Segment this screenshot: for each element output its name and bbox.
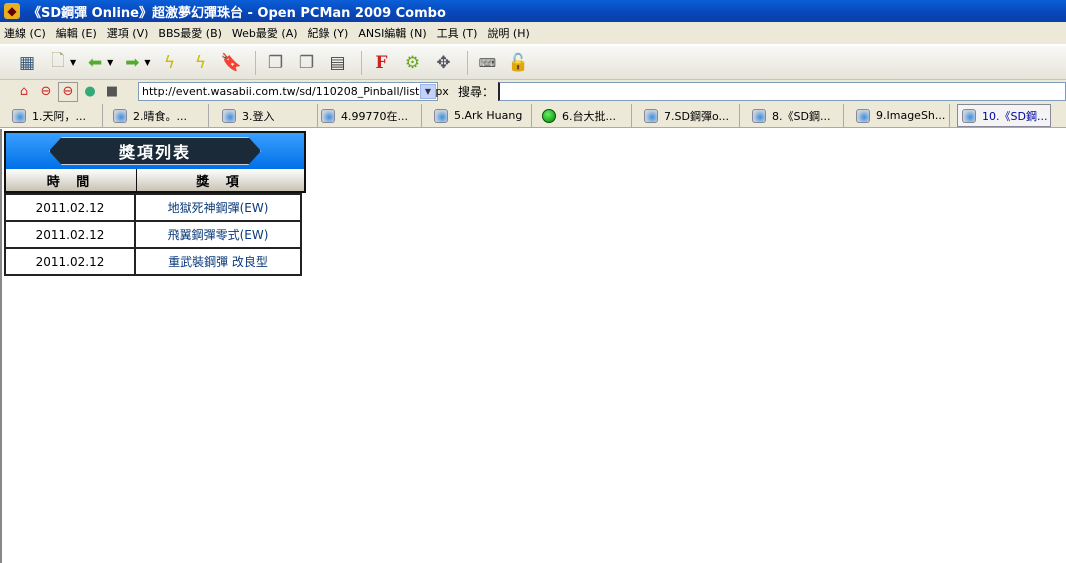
- back-icon[interactable]: ⬅: [82, 50, 108, 76]
- page-icon: [113, 108, 127, 123]
- award-title-bar: 獎項列表: [4, 131, 306, 169]
- copy-icon[interactable]: ❐: [262, 50, 288, 76]
- tab-label: 10.《SD鋼...: [982, 109, 1048, 123]
- new-dropdown-icon[interactable]: ▼: [70, 58, 76, 67]
- tab-label: 6.台大批...: [562, 109, 616, 123]
- award-table: 2011.02.12 地獄死神鋼彈(EW) 2011.02.12 飛翼鋼彈零式(EW…: [4, 193, 302, 276]
- web-content: 獎項列表 時 間 獎 項 2011.02.12 地獄死神鋼彈(EW) 2011.0…: [0, 129, 1066, 563]
- award-title: 獎項列表: [49, 137, 261, 165]
- tab-label: 8.《SD鋼...: [772, 109, 831, 123]
- title-bar: ◆ 《SD鋼彈 Online》超激夢幻彈珠台 - Open PCMan 2009…: [0, 0, 1066, 22]
- table-row: 2011.02.12 飛翼鋼彈零式(EW): [4, 220, 302, 249]
- row-date: 2011.02.12: [4, 247, 136, 276]
- tab-1[interactable]: 1.天阿，...: [8, 104, 103, 127]
- page-icon: [752, 108, 766, 123]
- tab-4[interactable]: 4.99770在...: [317, 104, 422, 127]
- copy-ansi-icon[interactable]: ❐: [293, 50, 319, 76]
- menu-edit[interactable]: 編輯 (E): [56, 25, 97, 41]
- disconnect-icon[interactable]: ϟ: [156, 50, 182, 76]
- menu-web-favorites[interactable]: Web最愛 (A): [232, 25, 298, 41]
- page-icon: [962, 108, 976, 123]
- url-text: http://event.wasabii.com.tw/sd/110208_Pi…: [142, 85, 449, 98]
- back-dropdown-icon[interactable]: ▼: [107, 58, 113, 67]
- menu-options[interactable]: 選項 (V): [107, 25, 149, 41]
- tab-2[interactable]: 2.晴食。...: [109, 104, 209, 127]
- tab-label: 2.晴食。...: [133, 109, 187, 123]
- toolbar: ▦ 🗋 ▼ ⬅ ▼ ➡ ▼ ϟ ϟ 🔖 ❐ ❐ ▤ F ⚙ ✥ ⌨ 🔓: [0, 46, 1066, 80]
- page-icon: [434, 108, 448, 123]
- row-prize: 重武裝鋼彈 改良型: [134, 247, 302, 276]
- tab-3[interactable]: 3.登入: [218, 104, 318, 127]
- toolbar-separator: [467, 50, 469, 75]
- menu-bar: 連線 (C) 編輯 (E) 選項 (V) BBS最愛 (B) Web最愛 (A)…: [0, 22, 1066, 45]
- tab-label: 5.Ark Huang: [454, 109, 523, 122]
- tab-5[interactable]: 5.Ark Huang: [430, 104, 532, 127]
- tab-label: 7.SD鋼彈o...: [664, 109, 729, 123]
- col-prize: 獎 項: [137, 169, 304, 191]
- table-row: 2011.02.12 地獄死神鋼彈(EW): [4, 193, 302, 222]
- page-icon: [856, 108, 870, 123]
- tab-label: 9.ImageSh...: [876, 109, 946, 122]
- row-prize: 飛翼鋼彈零式(EW): [134, 220, 302, 249]
- address-bar: ⌂ ⊖ ⊖ ● ■ http://event.wasabii.com.tw/sd…: [0, 80, 1066, 103]
- tab-label: 1.天阿，...: [32, 109, 86, 123]
- tab-6[interactable]: 6.台大批...: [538, 104, 632, 127]
- lock-icon[interactable]: 🔓: [505, 50, 531, 76]
- menu-connect[interactable]: 連線 (C): [4, 25, 46, 41]
- row-date: 2011.02.12: [4, 220, 136, 249]
- home-icon[interactable]: ⌂: [14, 82, 34, 102]
- globe-icon[interactable]: ●: [80, 82, 100, 102]
- search-label: 搜尋：: [458, 85, 495, 99]
- tab-label: 4.99770在...: [341, 109, 408, 123]
- forward-dropdown-icon[interactable]: ▼: [144, 58, 150, 67]
- menu-history[interactable]: 紀錄 (Y): [308, 25, 349, 41]
- page-icon: [321, 108, 335, 123]
- row-prize: 地獄死神鋼彈(EW): [134, 193, 302, 222]
- award-list-header: 獎項列表 時 間 獎 項: [4, 131, 306, 193]
- block-popup-icon[interactable]: ⊖: [36, 82, 56, 102]
- url-input[interactable]: http://event.wasabii.com.tw/sd/110208_Pi…: [138, 82, 449, 101]
- search-input[interactable]: [498, 82, 1066, 101]
- menu-tools[interactable]: 工具 (T): [437, 25, 478, 41]
- page-icon: [644, 108, 658, 123]
- new-connection-icon[interactable]: 🗋: [45, 50, 71, 76]
- emoticon-icon[interactable]: ⌨: [474, 50, 500, 76]
- chevron-down-icon[interactable]: ▼: [420, 84, 436, 99]
- reconnect-icon[interactable]: ϟ: [187, 50, 213, 76]
- menu-help[interactable]: 說明 (H): [487, 25, 529, 41]
- green-dot-icon: [542, 108, 556, 123]
- page-icon: [222, 108, 236, 123]
- tab-7[interactable]: 7.SD鋼彈o...: [640, 104, 740, 127]
- tab-label: 3.登入: [242, 109, 275, 123]
- col-time: 時 間: [6, 169, 137, 191]
- add-bookmark-icon[interactable]: 🔖: [218, 50, 244, 76]
- tab-10[interactable]: 10.《SD鋼...: [957, 104, 1051, 127]
- paste-icon[interactable]: ▤: [324, 50, 350, 76]
- award-columns: 時 間 獎 項: [4, 169, 306, 193]
- menu-bbs-favorites[interactable]: BBS最愛 (B): [158, 25, 222, 41]
- tab-bar: 1.天阿，... 2.晴食。... 3.登入 4.99770在... 5.Ark…: [0, 103, 1066, 128]
- fullscreen-icon[interactable]: ✥: [430, 50, 456, 76]
- font-icon[interactable]: F: [368, 50, 394, 76]
- settings-gear-icon[interactable]: ⚙: [399, 50, 425, 76]
- page-icon: [12, 108, 26, 123]
- window-title: 《SD鋼彈 Online》超激夢幻彈珠台 - Open PCMan 2009 C…: [28, 5, 446, 21]
- window-icon[interactable]: ■: [102, 82, 122, 102]
- tab-9[interactable]: 9.ImageSh...: [852, 104, 950, 127]
- forward-icon[interactable]: ➡: [119, 50, 145, 76]
- site-list-icon[interactable]: ▦: [14, 50, 40, 76]
- toolbar-separator: [255, 50, 257, 75]
- row-date: 2011.02.12: [4, 193, 136, 222]
- menu-ansi-edit[interactable]: ANSI編輯 (N): [358, 25, 426, 41]
- tab-8[interactable]: 8.《SD鋼...: [748, 104, 844, 127]
- block-ads-icon[interactable]: ⊖: [58, 81, 78, 102]
- app-logo-icon: ◆: [4, 3, 20, 19]
- table-row: 2011.02.12 重武裝鋼彈 改良型: [4, 247, 302, 276]
- toolbar-separator: [361, 50, 363, 75]
